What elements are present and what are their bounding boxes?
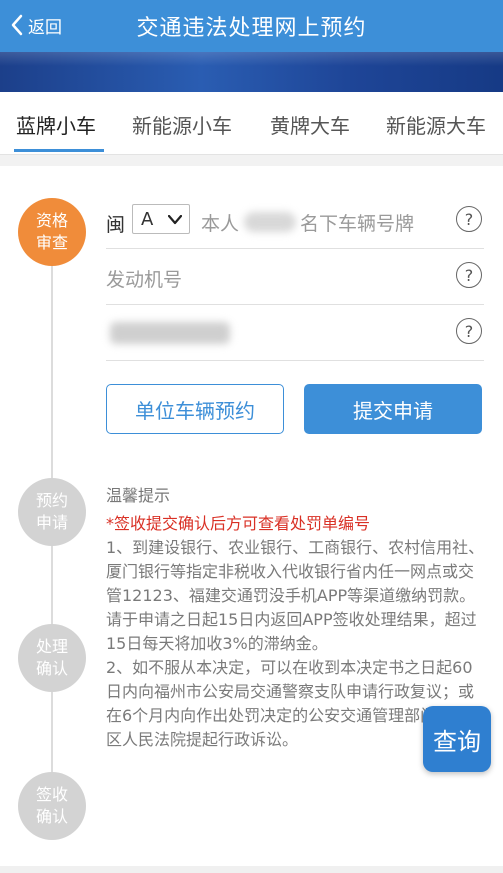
engine-number-field[interactable]: 发动机号 ? — [106, 252, 484, 305]
chevron-down-icon — [168, 215, 182, 225]
step-qualification-review: 资格 审查 — [18, 198, 86, 266]
tab-blue-small-car[interactable]: 蓝牌小车 — [16, 110, 96, 139]
step-label-line2: 确认 — [35, 659, 68, 678]
step-label-line2: 申请 — [35, 513, 68, 532]
unit-vehicle-booking-button[interactable]: 单位车辆预约 — [106, 384, 284, 434]
redacted-field[interactable]: ? — [106, 308, 484, 361]
step-processing-confirm: 处理 确认 — [18, 624, 86, 692]
engine-number-placeholder: 发动机号 — [106, 269, 183, 291]
top-bar: 返回 交通违法处理网上预约 — [0, 0, 503, 52]
redacted-value — [110, 322, 230, 344]
plate-number-field[interactable]: 闽 A 本人 名下车辆号牌 ? — [106, 196, 484, 249]
tab-yellow-large-car[interactable]: 黄牌大车 — [270, 110, 350, 139]
step-label-line1: 处理 — [35, 637, 68, 656]
plate-placeholder-suffix: 名下车辆号牌 — [300, 213, 415, 235]
step-booking-application: 预约 申请 — [18, 478, 86, 546]
bottom-strip — [0, 866, 503, 873]
plate-letter-value: A — [141, 208, 154, 230]
help-icon[interactable]: ? — [456, 206, 482, 232]
help-icon[interactable]: ? — [456, 318, 482, 344]
help-icon[interactable]: ? — [456, 262, 482, 288]
step-label-line2: 确认 — [35, 807, 68, 826]
plate-letter-select[interactable]: A — [132, 204, 190, 234]
active-tab-indicator — [14, 149, 104, 152]
header-banner — [0, 52, 503, 92]
step-label-line1: 签收 — [35, 785, 68, 804]
page-title: 交通违法处理网上预约 — [136, 16, 367, 41]
tab-new-energy-small-car[interactable]: 新能源小车 — [132, 110, 232, 139]
tab-new-energy-large-car[interactable]: 新能源大车 — [386, 110, 486, 139]
query-button[interactable]: 查询 — [423, 706, 491, 772]
redacted-name — [244, 212, 296, 232]
plate-placeholder-prefix: 本人 — [201, 213, 240, 235]
step-label-line1: 资格 — [35, 211, 68, 230]
step-label-line2: 审查 — [35, 233, 68, 252]
submit-application-button[interactable]: 提交申请 — [304, 384, 482, 434]
vehicle-type-tabs: 蓝牌小车 新能源小车 黄牌大车 新能源大车 — [0, 92, 503, 155]
step-label-line1: 预约 — [35, 491, 68, 510]
step-receipt-confirm: 签收 确认 — [18, 772, 86, 840]
plate-province: 闽 — [106, 214, 126, 236]
tips-warning: *签收提交确认后方可查看处罚单编号 — [106, 514, 371, 533]
tips-title: 温馨提示 — [106, 486, 171, 505]
